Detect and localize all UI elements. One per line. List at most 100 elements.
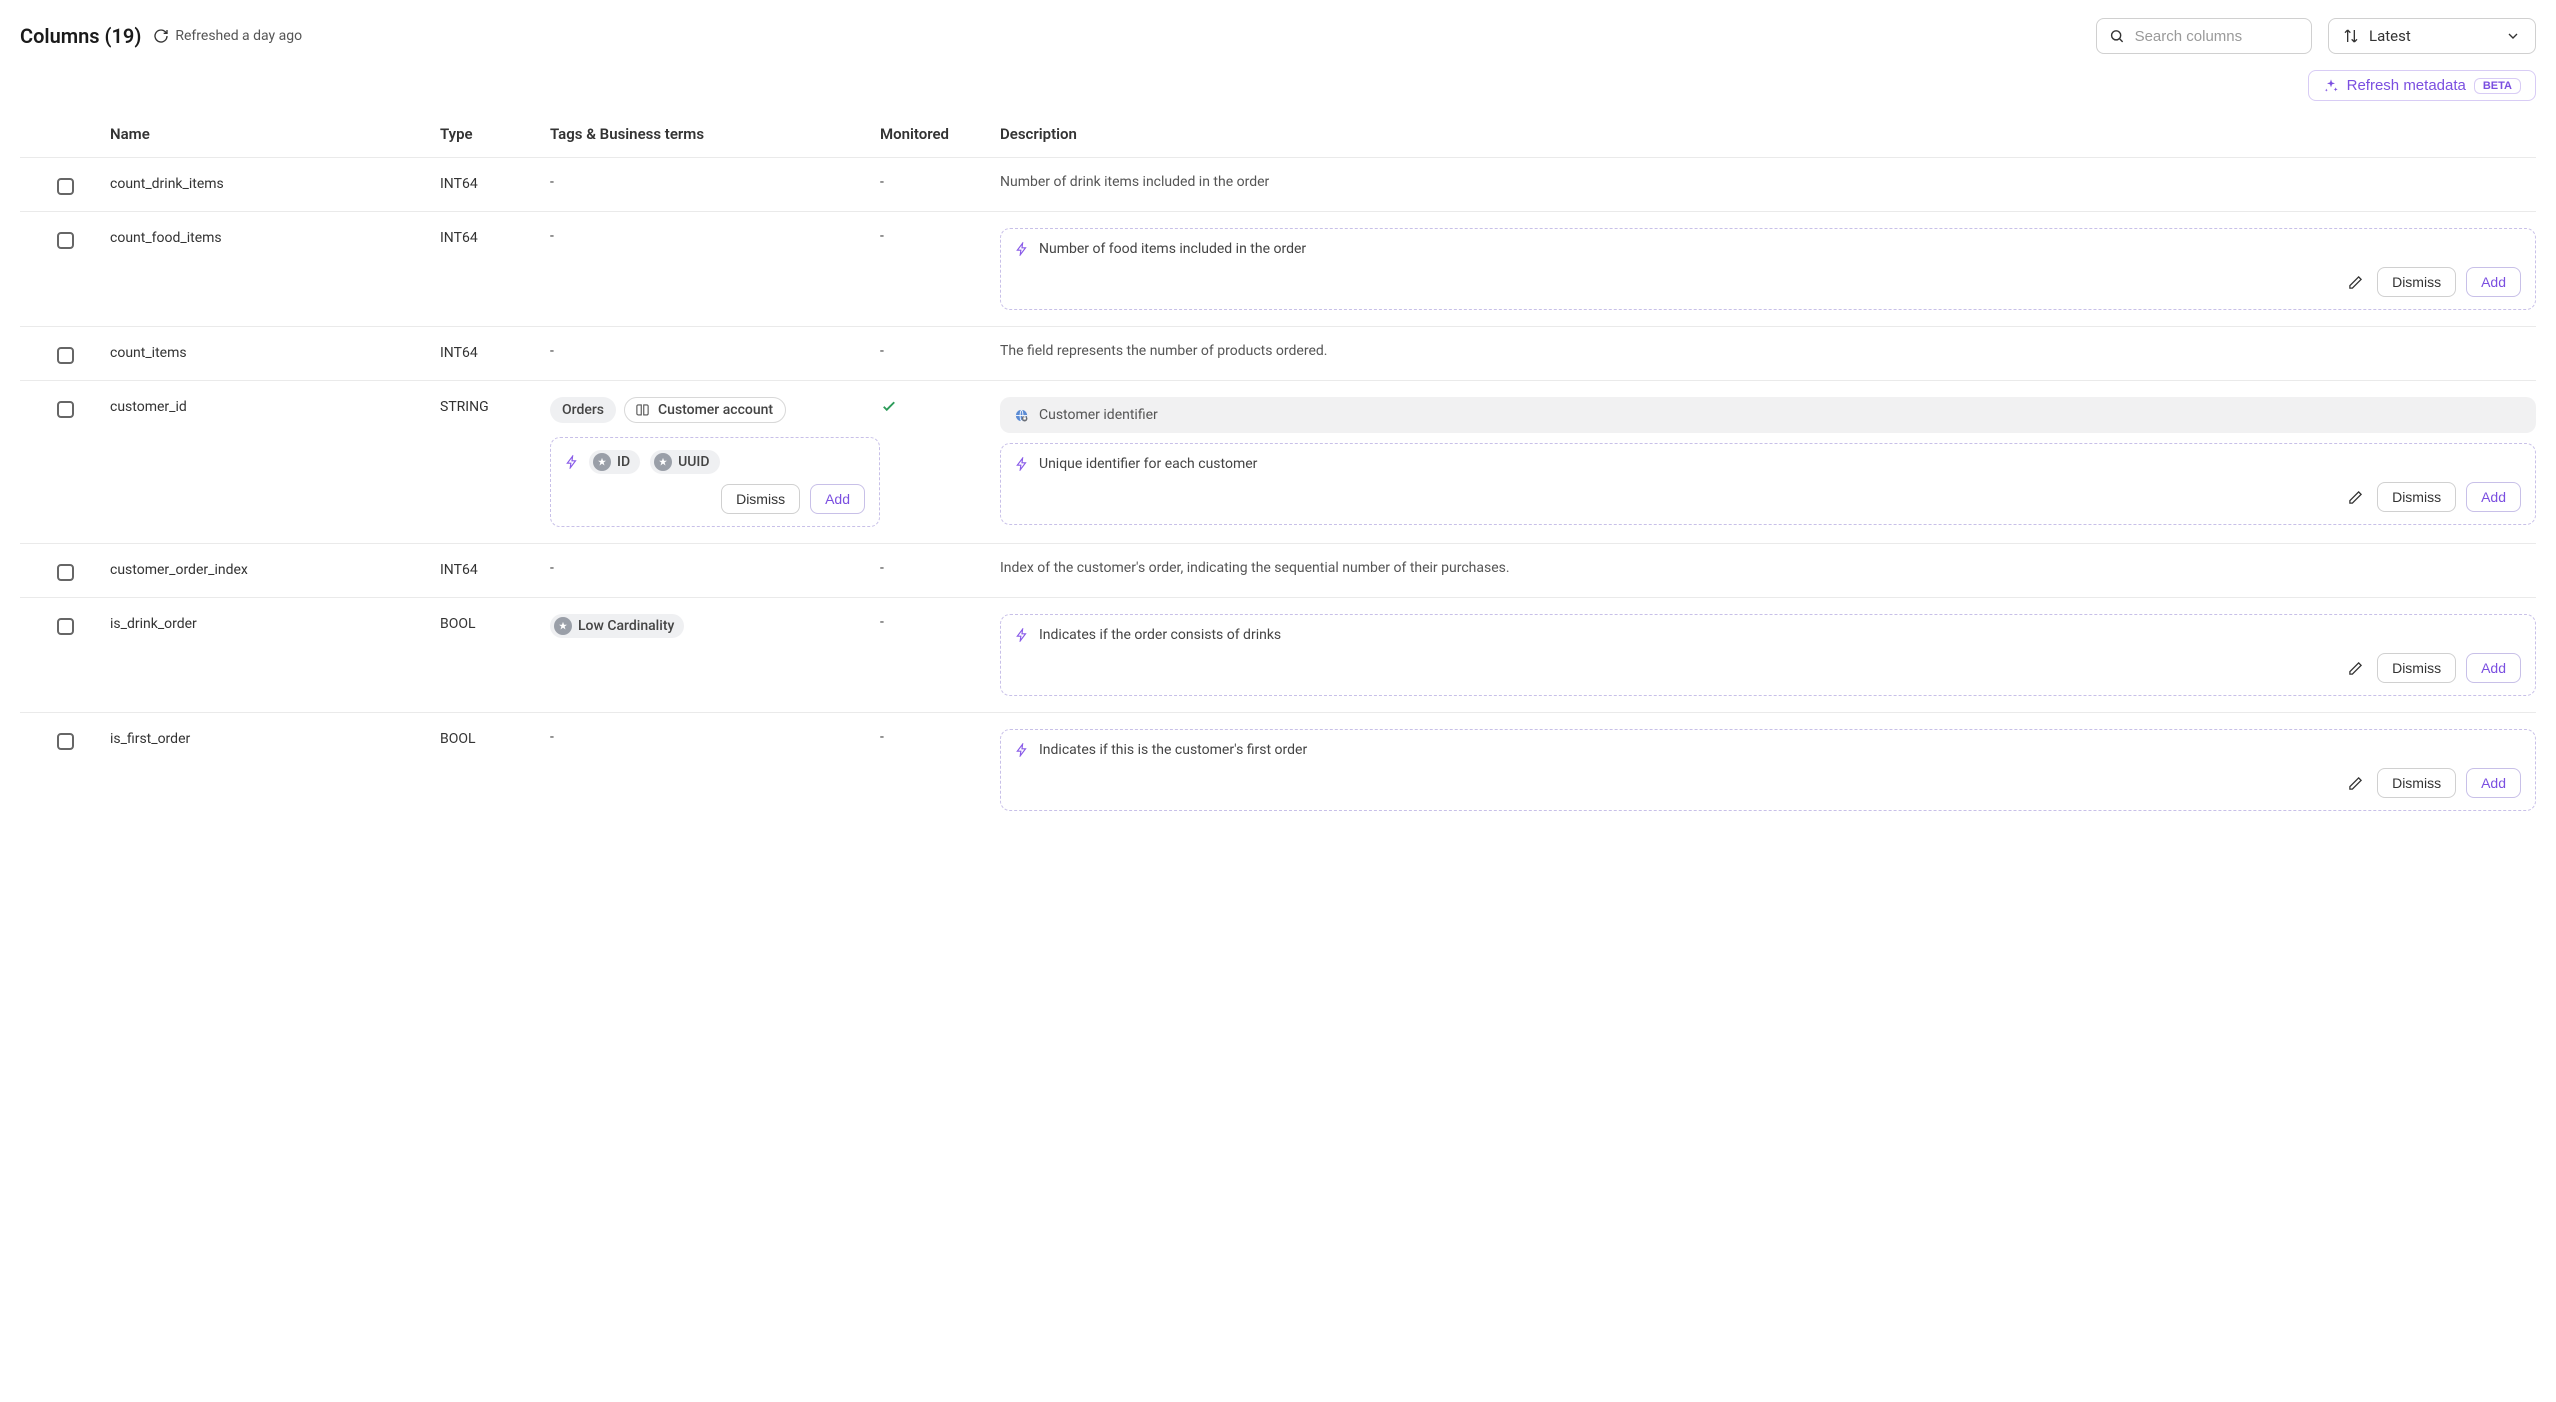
add-button[interactable]: Add <box>810 484 865 514</box>
search-input-wrapper[interactable] <box>2096 18 2312 54</box>
tag[interactable]: Orders <box>550 397 616 423</box>
column-monitored <box>880 397 1000 415</box>
column-type: STRING <box>440 397 550 415</box>
edit-button[interactable] <box>2344 772 2367 795</box>
edit-button[interactable] <box>2344 657 2367 680</box>
add-button[interactable]: Add <box>2466 267 2521 297</box>
add-button[interactable]: Add <box>2466 653 2521 683</box>
column-description: Indicates if this is the customer's firs… <box>1000 729 2536 811</box>
suggested-tag[interactable]: UUID <box>650 450 719 474</box>
add-button[interactable]: Add <box>2466 482 2521 512</box>
edit-icon <box>2348 275 2363 290</box>
column-description: The field represents the number of produ… <box>1000 343 2536 359</box>
table-header: Name Type Tags & Business terms Monitore… <box>20 113 2536 157</box>
edit-button[interactable] <box>2344 271 2367 294</box>
dismiss-button[interactable]: Dismiss <box>2377 267 2456 297</box>
table-row: is_drink_orderBOOLLow Cardinality - Indica… <box>20 597 2536 712</box>
edit-icon <box>2348 490 2363 505</box>
suggestion-text: Number of food items included in the ord… <box>1039 241 1306 257</box>
check-icon <box>880 397 898 415</box>
star-icon <box>558 621 568 631</box>
description-suggestion: Indicates if the order consists of drink… <box>1000 614 2536 696</box>
refreshed-indicator: Refreshed a day ago <box>153 28 302 44</box>
column-tags: Low Cardinality <box>550 614 880 638</box>
column-description: Number of drink items included in the or… <box>1000 174 2536 190</box>
table-row: count_food_itemsINT64--Number of food it… <box>20 211 2536 326</box>
book-icon <box>635 403 650 418</box>
sort-dropdown[interactable]: Latest <box>2328 18 2536 54</box>
description-locked-text: Customer identifier <box>1039 407 1158 423</box>
description-text: The field represents the number of produ… <box>1000 343 2536 359</box>
sort-label: Latest <box>2369 27 2495 45</box>
description-locked: Customer identifier <box>1000 397 2536 433</box>
column-tags: - <box>550 228 880 244</box>
tags-suggestion: ID UUIDDismiss Add <box>550 437 880 527</box>
column-type: BOOL <box>440 614 550 632</box>
row-checkbox[interactable] <box>57 347 74 364</box>
column-name: customer_order_index <box>110 560 440 578</box>
suggestion-text: Indicates if this is the customer's firs… <box>1039 742 1307 758</box>
tag[interactable]: Low Cardinality <box>550 614 684 638</box>
column-tags: Orders Customer account ID UUIDDismiss Add <box>550 397 880 527</box>
column-type: INT64 <box>440 228 550 246</box>
row-checkbox[interactable] <box>57 564 74 581</box>
refreshed-text: Refreshed a day ago <box>175 28 302 44</box>
table-row: customer_order_indexINT64--Index of the … <box>20 543 2536 597</box>
add-button[interactable]: Add <box>2466 768 2521 798</box>
col-header-monitored: Monitored <box>880 125 1000 143</box>
refresh-icon <box>153 28 169 44</box>
star-icon <box>597 457 607 467</box>
column-monitored: - <box>880 228 1000 244</box>
table-row: count_itemsINT64--The field represents t… <box>20 326 2536 380</box>
row-checkbox[interactable] <box>57 232 74 249</box>
column-description: Indicates if the order consists of drink… <box>1000 614 2536 696</box>
page-header: Columns (19) Refreshed a day ago Latest <box>20 18 2536 54</box>
column-tags: - <box>550 560 880 576</box>
refresh-metadata-button[interactable]: Refresh metadata BETA <box>2308 70 2536 101</box>
sort-icon <box>2343 28 2359 44</box>
column-name: count_food_items <box>110 228 440 246</box>
column-name: count_drink_items <box>110 174 440 192</box>
bolt-icon <box>1015 242 1029 256</box>
col-header-tags: Tags & Business terms <box>550 125 880 143</box>
column-tags: - <box>550 174 880 190</box>
suggested-tag[interactable]: ID <box>589 450 640 474</box>
search-input[interactable] <box>2135 28 2299 45</box>
column-name: is_drink_order <box>110 614 440 632</box>
column-monitored: - <box>880 729 1000 745</box>
edit-button[interactable] <box>2344 486 2367 509</box>
beta-badge: BETA <box>2474 78 2521 94</box>
edit-icon <box>2348 776 2363 791</box>
bolt-icon <box>565 455 579 469</box>
column-tags: - <box>550 729 880 745</box>
column-monitored: - <box>880 614 1000 630</box>
suggestion-text: Indicates if the order consists of drink… <box>1039 627 1281 643</box>
column-type: INT64 <box>440 343 550 361</box>
bolt-icon <box>1015 457 1029 471</box>
row-checkbox[interactable] <box>57 178 74 195</box>
dismiss-button[interactable]: Dismiss <box>2377 653 2456 683</box>
column-monitored: - <box>880 343 1000 359</box>
description-suggestion: Number of food items included in the ord… <box>1000 228 2536 310</box>
column-monitored: - <box>880 560 1000 576</box>
dismiss-button[interactable]: Dismiss <box>721 484 800 514</box>
star-icon <box>658 457 668 467</box>
column-type: INT64 <box>440 174 550 192</box>
description-suggestion: Indicates if this is the customer's firs… <box>1000 729 2536 811</box>
column-type: INT64 <box>440 560 550 578</box>
description-suggestion: Unique identifier for each customerDismi… <box>1000 443 2536 525</box>
column-description: Index of the customer's order, indicatin… <box>1000 560 2536 576</box>
row-checkbox[interactable] <box>57 618 74 635</box>
row-checkbox[interactable] <box>57 733 74 750</box>
row-checkbox[interactable] <box>57 401 74 418</box>
bolt-icon <box>1015 628 1029 642</box>
column-name: is_first_order <box>110 729 440 747</box>
description-text: Index of the customer's order, indicatin… <box>1000 560 2536 576</box>
business-term-tag[interactable]: Customer account <box>624 397 786 423</box>
dismiss-button[interactable]: Dismiss <box>2377 768 2456 798</box>
chevron-down-icon <box>2505 28 2521 44</box>
dismiss-button[interactable]: Dismiss <box>2377 482 2456 512</box>
table-row: count_drink_itemsINT64--Number of drink … <box>20 157 2536 211</box>
col-header-name: Name <box>110 125 440 143</box>
columns-table: Name Type Tags & Business terms Monitore… <box>20 113 2536 827</box>
